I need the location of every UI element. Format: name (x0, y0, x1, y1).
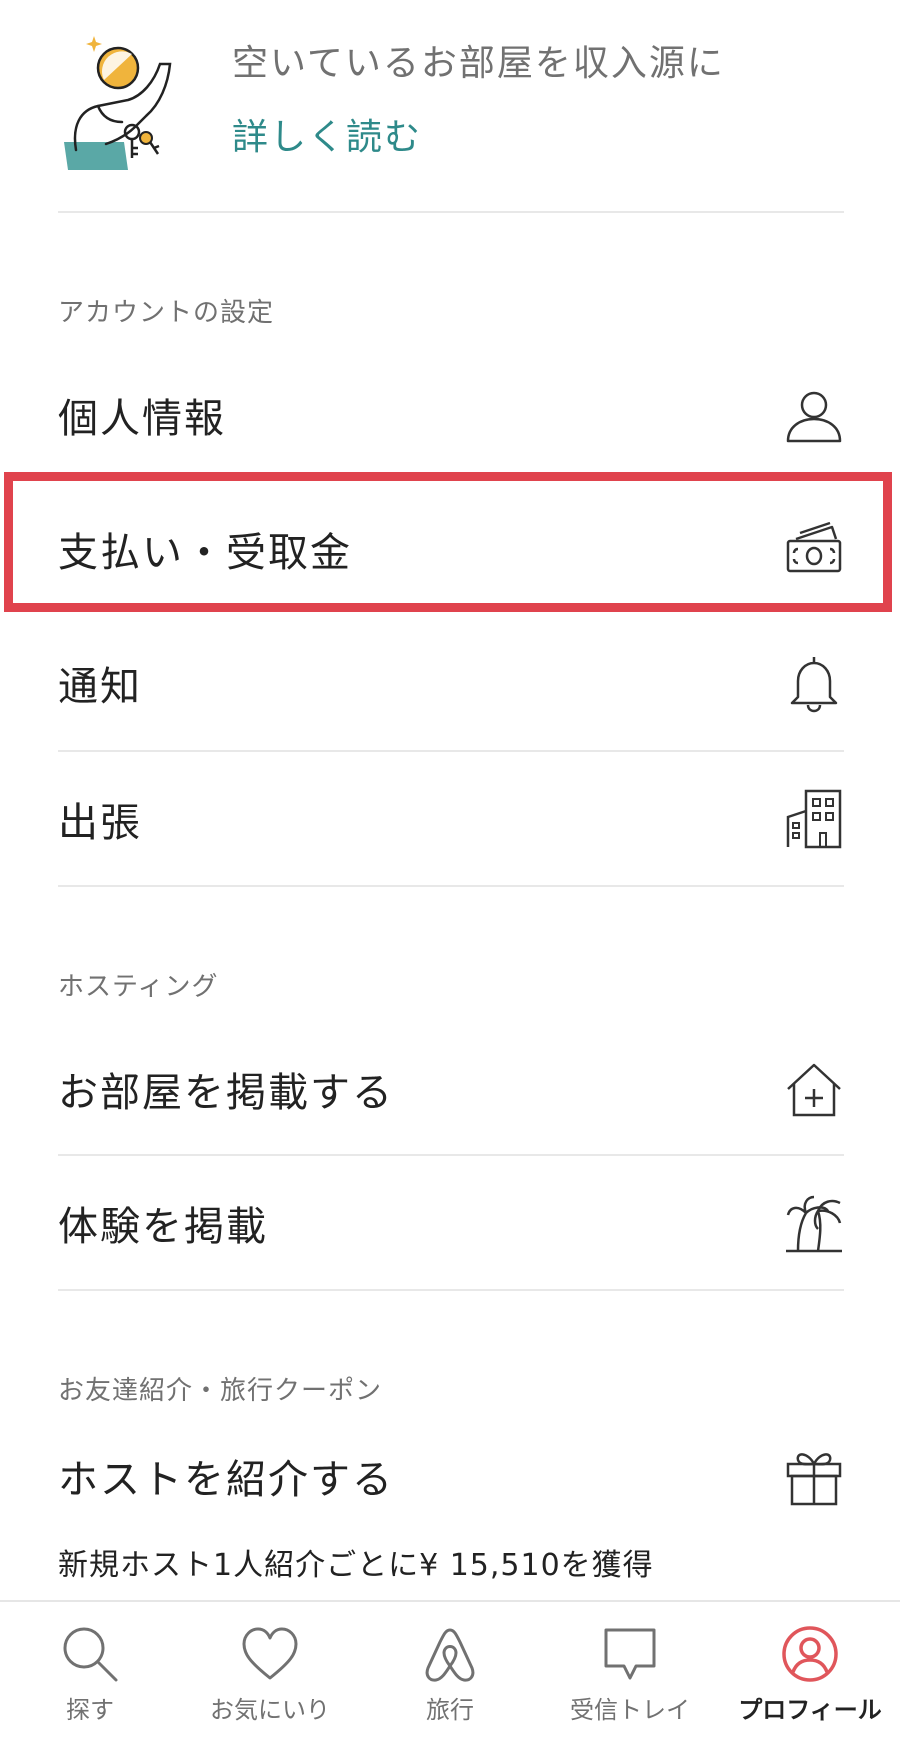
nav-tab-label: プロフィール (738, 1696, 882, 1724)
bottom-nav: 探す お気にいり 旅行 受信トレイ プロフィール (0, 1600, 900, 1740)
menu-item-list-experience[interactable]: 体験を掲載 (58, 1156, 844, 1290)
airbnb-logo-icon (420, 1624, 480, 1684)
host-promo-banner[interactable]: 空いているお部屋を収入源に 詳しく読む (58, 26, 848, 176)
nav-tab-profile[interactable]: プロフィール (720, 1602, 900, 1740)
profile-icon (780, 1624, 840, 1684)
menu-item-label: 通知 (58, 664, 142, 710)
menu-item-label: 支払い・受取金 (58, 530, 352, 576)
bell-icon (784, 653, 844, 713)
nav-tab-label: 旅行 (426, 1696, 474, 1724)
heart-icon (240, 1624, 300, 1684)
nav-tab-wishlists[interactable]: お気にいり (180, 1602, 360, 1740)
menu-item-business-travel[interactable]: 出張 (58, 752, 844, 886)
profile-scroll-area[interactable]: 空いているお部屋を収入源に 詳しく読む アカウントの設定 個人情報 支払い・受取… (0, 0, 900, 1600)
section-header-referral: お友達紹介・旅行クーポン (58, 1376, 383, 1406)
palm-tree-icon (784, 1193, 844, 1253)
search-icon (60, 1624, 120, 1684)
promo-title: 空いているお部屋を収入源に (232, 43, 725, 84)
menu-item-label: 出張 (58, 800, 142, 846)
nav-tab-explore[interactable]: 探す (0, 1602, 180, 1740)
house-plus-icon (784, 1059, 844, 1119)
menu-item-label: お部屋を掲載する (58, 1070, 394, 1116)
nav-tab-label: お気にいり (210, 1696, 330, 1724)
menu-item-refer-host[interactable]: ホストを紹介する (58, 1426, 844, 1526)
menu-item-list-room[interactable]: お部屋を掲載する (58, 1022, 844, 1156)
refer-host-subtitle: 新規ホスト1人紹介ごとに¥ 15,510を獲得 (58, 1548, 654, 1583)
nav-tab-label: 探す (66, 1696, 114, 1724)
menu-item-label: 体験を掲載 (58, 1204, 268, 1250)
gift-icon (784, 1446, 844, 1506)
nav-tab-inbox[interactable]: 受信トレイ (540, 1602, 720, 1740)
read-more-link[interactable]: 詳しく読む (232, 108, 422, 160)
menu-item-notifications[interactable]: 通知 (58, 616, 844, 750)
menu-item-payments[interactable]: 支払い・受取金 (58, 482, 844, 616)
divider (58, 211, 844, 213)
message-icon (600, 1624, 660, 1684)
building-icon (784, 789, 844, 849)
nav-tab-trips[interactable]: 旅行 (360, 1602, 540, 1740)
hand-keys-illustration (58, 30, 188, 172)
person-icon (784, 385, 844, 445)
menu-item-label: ホストを紹介する (58, 1457, 394, 1503)
divider (58, 1289, 844, 1291)
menu-item-personal-info[interactable]: 個人情報 (58, 348, 844, 482)
nav-tab-label: 受信トレイ (570, 1696, 690, 1724)
section-header-account: アカウントの設定 (58, 298, 275, 328)
menu-item-label: 個人情報 (58, 396, 226, 442)
section-header-hosting: ホスティング (58, 972, 219, 1002)
money-icon (784, 519, 844, 579)
divider (58, 885, 844, 887)
